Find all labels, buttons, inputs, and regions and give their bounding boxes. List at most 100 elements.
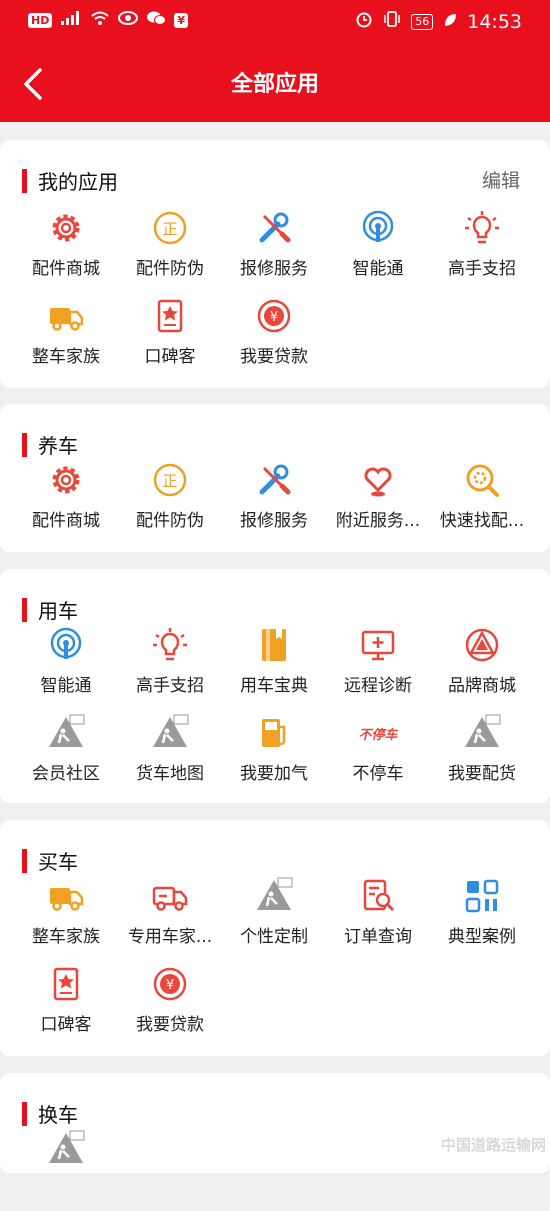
app-item[interactable]: 高手支招 — [430, 202, 534, 290]
svg-text:¥: ¥ — [270, 310, 278, 325]
lightbulb-icon — [462, 208, 502, 248]
gear-icon — [46, 460, 86, 500]
under-construction-icon — [46, 1129, 86, 1169]
app-item[interactable]: 会员社区 — [14, 707, 118, 795]
app-item[interactable]: 高手支招 — [118, 619, 222, 707]
order-search-icon — [358, 876, 398, 916]
nearby-service-icon — [358, 460, 398, 500]
brand-logo-icon — [462, 625, 502, 665]
page-title: 全部应用 — [230, 72, 319, 97]
app-label: 配件商城 — [32, 511, 100, 531]
app-label: 货车地图 — [136, 764, 204, 784]
under-construction-icon — [46, 713, 86, 753]
app-item[interactable]: 快速找配... — [430, 454, 534, 542]
under-construction-icon — [462, 713, 502, 753]
app-label: 我要配货 — [448, 764, 516, 784]
svg-text:正: 正 — [162, 472, 177, 490]
app-item[interactable]: 附近服务... — [326, 454, 430, 542]
app-label: 我要贷款 — [136, 1015, 204, 1035]
app-item[interactable]: 货车地图 — [118, 707, 222, 795]
app-label: 报修服务 — [240, 259, 308, 279]
app-item[interactable]: 正配件防伪 — [118, 454, 222, 542]
smart-signal-icon — [358, 208, 398, 248]
reputation-card-icon — [150, 296, 190, 336]
app-label: 附近服务... — [335, 511, 421, 531]
app-label: 专用车家... — [127, 927, 213, 947]
vibrate-icon — [383, 10, 401, 33]
app-item[interactable]: 专用车家... — [118, 870, 222, 958]
lightbulb-icon — [150, 625, 190, 665]
app-label: 我要贷款 — [240, 347, 308, 367]
app-item[interactable]: 个性定制 — [222, 870, 326, 958]
app-label: 快速找配... — [439, 511, 525, 531]
svg-text:¥: ¥ — [166, 978, 174, 993]
app-label: 远程诊断 — [344, 676, 412, 696]
hd-badge: HD — [28, 12, 53, 28]
truck-icon — [46, 876, 86, 916]
app-label: 高手支招 — [136, 676, 204, 696]
app-label: 智能通 — [40, 676, 92, 696]
reputation-card-icon — [46, 964, 86, 1004]
app-label: 口碑客 — [144, 347, 196, 367]
app-item[interactable]: ¥ 我要贷款 — [222, 290, 326, 378]
wrench-screwdriver-icon — [254, 460, 294, 500]
app-label: 报修服务 — [240, 511, 308, 531]
app-label: 口碑客 — [40, 1015, 92, 1035]
app-item[interactable]: 整车家族 — [14, 290, 118, 378]
app-item[interactable]: 报修服务 — [222, 454, 326, 542]
section-huanche: 换车 — [0, 1073, 550, 1173]
alarm-icon — [355, 10, 373, 33]
battery-indicator: 56 — [411, 13, 434, 30]
app-label: 配件商城 — [32, 259, 100, 279]
app-item[interactable]: 我要加气 — [222, 707, 326, 795]
app-label: 品牌商城 — [448, 676, 516, 696]
svg-text:不停车: 不停车 — [358, 727, 398, 743]
gas-pump-icon — [254, 713, 294, 753]
app-label: 高手支招 — [448, 259, 516, 279]
app-item[interactable]: 我要配货 — [430, 707, 534, 795]
app-label: 整车家族 — [32, 927, 100, 947]
watermark: 中国道路运输网 — [440, 1136, 546, 1154]
edit-button[interactable]: 编辑 — [482, 166, 520, 193]
app-label: 订单查询 — [344, 927, 412, 947]
under-construction-icon — [150, 713, 190, 753]
signal-icon — [60, 10, 82, 30]
app-label: 用车宝典 — [240, 676, 308, 696]
app-item[interactable]: 口碑客 — [118, 290, 222, 378]
app-item[interactable]: 用车宝典 — [222, 619, 326, 707]
section-title: 我的应用 — [38, 170, 118, 194]
under-construction-icon — [254, 876, 294, 916]
clock-time: 14:53 — [467, 10, 522, 33]
app-item[interactable]: 智能通 — [326, 202, 430, 290]
app-item[interactable]: ¥ 我要贷款 — [118, 958, 222, 1046]
app-label: 典型案例 — [448, 927, 516, 947]
loan-icon: ¥ — [150, 964, 190, 1004]
app-item[interactable]: 不停车 不停车 — [326, 707, 430, 795]
app-label: 配件防伪 — [136, 259, 204, 279]
app-item[interactable] — [14, 1123, 118, 1211]
status-bar: HD ¥ 56 14:53 — [0, 0, 550, 44]
app-item[interactable]: 口碑客 — [14, 958, 118, 1046]
svg-text:正: 正 — [162, 220, 177, 238]
smart-signal-icon — [46, 625, 86, 665]
app-item[interactable]: 典型案例 — [430, 870, 534, 958]
section-my-apps: 我的应用 编辑 配件商城正配件防伪 报修服务 智能通 高手支招 整车家族 口碑客 ¥ 我要贷款 — [0, 140, 550, 388]
app-item[interactable]: 智能通 — [14, 619, 118, 707]
app-item[interactable]: 报修服务 — [222, 202, 326, 290]
gear-icon — [46, 208, 86, 248]
app-label: 会员社区 — [32, 764, 100, 784]
authentic-badge-icon: 正 — [150, 460, 190, 500]
app-item[interactable]: 配件商城 — [14, 454, 118, 542]
app-item[interactable]: 订单查询 — [326, 870, 430, 958]
nonstop-logo-icon: 不停车 — [358, 713, 399, 753]
top-nav-bar: 全部应用 — [0, 44, 550, 122]
app-item[interactable]: 正配件防伪 — [118, 202, 222, 290]
yen-icon: ¥ — [174, 12, 188, 28]
app-item[interactable]: 远程诊断 — [326, 619, 430, 707]
app-label: 不停车 — [352, 764, 404, 784]
app-item[interactable]: 品牌商城 — [430, 619, 534, 707]
handbook-icon — [254, 625, 294, 665]
app-item[interactable]: 整车家族 — [14, 870, 118, 958]
wrench-screwdriver-icon — [254, 208, 294, 248]
app-item[interactable]: 配件商城 — [14, 202, 118, 290]
